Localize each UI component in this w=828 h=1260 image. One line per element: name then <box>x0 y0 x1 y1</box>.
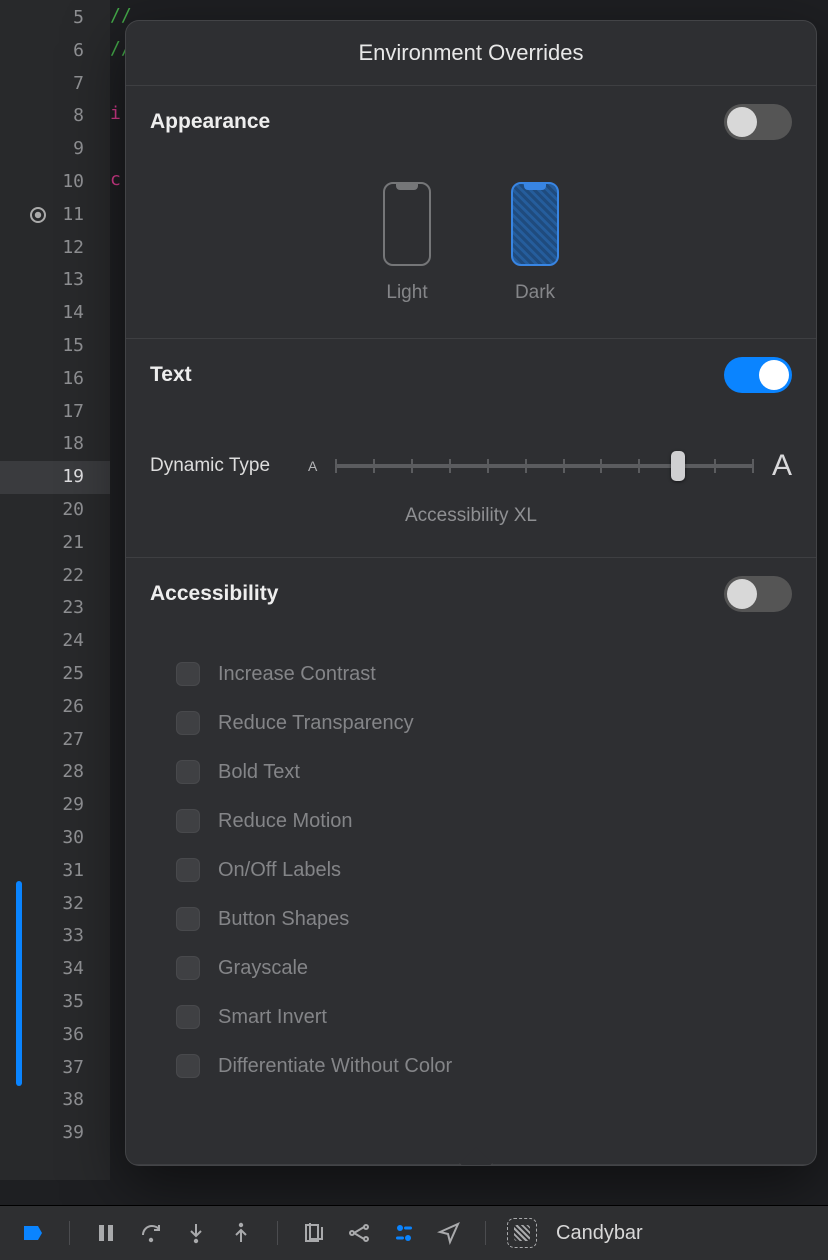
environment-overrides-popover: Environment Overrides Appearance Light D… <box>125 20 817 1166</box>
dynamic-type-label: Dynamic Type <box>150 455 290 477</box>
accessibility-option-label: Reduce Transparency <box>218 712 414 735</box>
line-number[interactable]: 39 <box>0 1117 110 1150</box>
line-number[interactable]: 5 <box>0 2 110 35</box>
phone-dark-icon <box>511 182 559 266</box>
line-number[interactable]: 9 <box>0 133 110 166</box>
accessibility-option-label: Smart Invert <box>218 1006 327 1029</box>
line-number[interactable]: 17 <box>0 396 110 429</box>
line-number[interactable]: 15 <box>0 330 110 363</box>
accessibility-option-label: Button Shapes <box>218 908 349 931</box>
section-text: Text Dynamic Type A A Accessibility XL <box>126 339 816 558</box>
line-number[interactable]: 28 <box>0 756 110 789</box>
slider-thumb[interactable] <box>671 451 685 481</box>
popover-title: Environment Overrides <box>126 21 816 86</box>
line-number[interactable]: 18 <box>0 428 110 461</box>
section-accessibility: Accessibility Increase Contrast Reduce Tr… <box>126 558 816 1165</box>
accessibility-options-list: Increase Contrast Reduce Transparency Bold… <box>176 662 792 1078</box>
accessibility-option-label: Grayscale <box>218 957 308 980</box>
accessibility-option[interactable]: Reduce Transparency <box>176 711 792 735</box>
simulate-location-icon[interactable] <box>434 1218 464 1248</box>
line-number[interactable]: 14 <box>0 297 110 330</box>
appearance-option-dark[interactable]: Dark <box>511 182 559 304</box>
accessibility-option[interactable]: Smart Invert <box>176 1005 792 1029</box>
checkbox[interactable] <box>176 809 200 833</box>
change-bar <box>16 881 22 1086</box>
dynamic-type-value: Accessibility XL <box>150 505 792 527</box>
appearance-heading: Appearance <box>150 110 270 134</box>
appearance-option-light[interactable]: Light <box>383 182 431 304</box>
step-over-icon[interactable] <box>136 1218 166 1248</box>
accessibility-option[interactable]: Differentiate Without Color <box>176 1054 792 1078</box>
target-app-label[interactable]: Candybar <box>556 1222 643 1245</box>
accessibility-option[interactable]: Button Shapes <box>176 907 792 931</box>
line-number[interactable]: 24 <box>0 625 110 658</box>
line-number[interactable]: 11 <box>0 199 110 232</box>
line-number[interactable]: 6 <box>0 35 110 68</box>
line-number[interactable]: 22 <box>0 560 110 593</box>
accessibility-option[interactable]: Bold Text <box>176 760 792 784</box>
checkbox[interactable] <box>176 711 200 735</box>
step-out-icon[interactable] <box>226 1218 256 1248</box>
target-app-icon[interactable] <box>507 1218 537 1248</box>
accessibility-option-label: Differentiate Without Color <box>218 1055 452 1078</box>
checkbox[interactable] <box>176 760 200 784</box>
slider-ticks <box>335 454 754 478</box>
debug-bar: Candybar <box>0 1205 828 1260</box>
line-number[interactable]: 13 <box>0 264 110 297</box>
line-number[interactable]: 23 <box>0 592 110 625</box>
accessibility-option[interactable]: Increase Contrast <box>176 662 792 686</box>
line-number[interactable]: 20 <box>0 494 110 527</box>
accessibility-option-label: On/Off Labels <box>218 859 341 882</box>
step-into-icon[interactable] <box>181 1218 211 1248</box>
line-number[interactable]: 21 <box>0 527 110 560</box>
line-number[interactable]: 8 <box>0 100 110 133</box>
accessibility-option-label: Increase Contrast <box>218 663 376 686</box>
line-number[interactable]: 38 <box>0 1084 110 1117</box>
checkbox[interactable] <box>176 858 200 882</box>
line-number[interactable]: 19 <box>0 461 110 494</box>
accessibility-option[interactable]: Reduce Motion <box>176 809 792 833</box>
line-number[interactable]: 10 <box>0 166 110 199</box>
debug-view-hierarchy-icon[interactable] <box>299 1218 329 1248</box>
line-number[interactable]: 27 <box>0 724 110 757</box>
accessibility-option-label: Bold Text <box>218 761 300 784</box>
memory-graph-icon[interactable] <box>344 1218 374 1248</box>
text-toggle[interactable] <box>724 357 792 393</box>
line-number[interactable]: 12 <box>0 232 110 265</box>
dynamic-type-slider[interactable] <box>335 451 754 481</box>
checkbox[interactable] <box>176 662 200 686</box>
appearance-toggle[interactable] <box>724 104 792 140</box>
line-number[interactable]: 29 <box>0 789 110 822</box>
section-appearance: Appearance Light Dark <box>126 86 816 339</box>
line-number[interactable]: 16 <box>0 363 110 396</box>
phone-light-icon <box>383 182 431 266</box>
accessibility-option[interactable]: Grayscale <box>176 956 792 980</box>
breakpoints-icon[interactable] <box>18 1218 48 1248</box>
text-heading: Text <box>150 363 192 387</box>
checkbox[interactable] <box>176 1005 200 1029</box>
accessibility-heading: Accessibility <box>150 582 278 606</box>
checkbox[interactable] <box>176 956 200 980</box>
line-number[interactable]: 7 <box>0 68 110 101</box>
small-a-icon: A <box>308 458 317 474</box>
accessibility-option[interactable]: On/Off Labels <box>176 858 792 882</box>
pause-icon[interactable] <box>91 1218 121 1248</box>
large-a-icon: A <box>772 449 792 483</box>
breakpoint-outline-icon[interactable] <box>30 207 46 223</box>
checkbox[interactable] <box>176 907 200 931</box>
checkbox[interactable] <box>176 1054 200 1078</box>
accessibility-option-label: Reduce Motion <box>218 810 353 833</box>
line-number[interactable]: 30 <box>0 822 110 855</box>
line-number[interactable]: 25 <box>0 658 110 691</box>
environment-overrides-icon[interactable] <box>389 1218 419 1248</box>
accessibility-toggle[interactable] <box>724 576 792 612</box>
line-number[interactable]: 26 <box>0 691 110 724</box>
